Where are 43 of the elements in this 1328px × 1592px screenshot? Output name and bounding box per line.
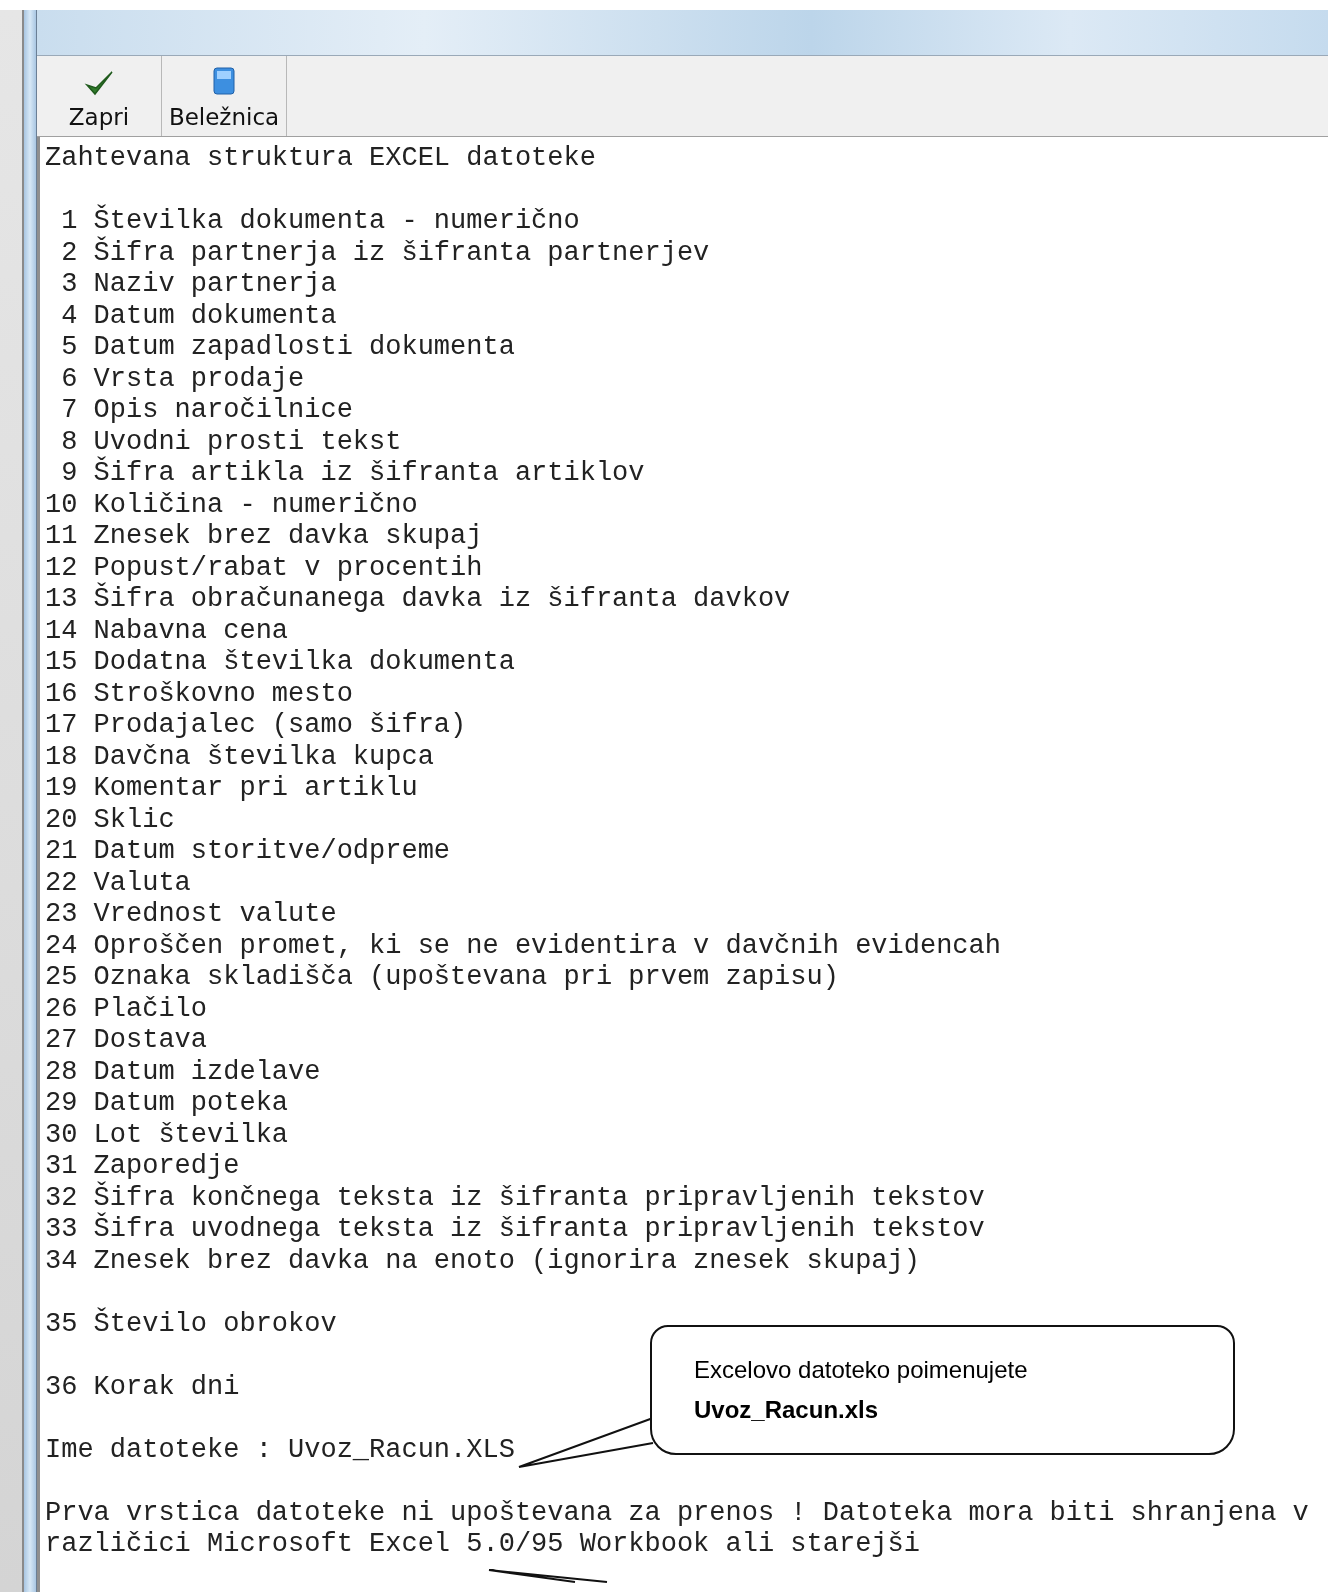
text-line: 13 Šifra obračunanega davka iz šifranta davkov (45, 584, 791, 616)
text-line: Ime datoteke : Uvoz_Racun.XLS (45, 1434, 515, 1466)
text-line: 5 Datum zapadlosti dokumenta (60, 332, 515, 364)
text-line: 18 Davčna številka kupca (45, 741, 434, 773)
text-line: 26 Plačilo (45, 993, 208, 1025)
text-line: 6 Vrsta prodaje (60, 363, 305, 395)
callout-filename: Uvoz_Racun.xls (694, 1396, 880, 1424)
text-line: 25 Oznaka skladišča (upoštevana pri prvem zapisu) (45, 962, 839, 994)
text-line: 10 Količina - numerično (45, 489, 418, 521)
text-line: Prva vrstica datoteke ni upoštevana za prenos ! Datoteka mora biti shranjena v (45, 1497, 1309, 1529)
text-line: 34 Znesek brez davka na enoto (ignorira znesek skupaj) (45, 1245, 920, 1277)
text-line: 19 Komentar pri artiklu (45, 773, 418, 805)
text-line: 27 Dostava (45, 1025, 208, 1057)
text-line: 23 Vrednost valute (45, 899, 337, 931)
text-line: 29 Datum poteka (45, 1088, 289, 1120)
text-line: različici Microsoft Excel 5.0/95 Workbook ali starejši (45, 1529, 920, 1561)
text-line: 28 Datum izdelave (45, 1056, 321, 1088)
text-line: 30 Lot številka (45, 1119, 289, 1151)
text-line: 21 Datum storitve/odpreme (45, 836, 451, 868)
text-line: 35 Število obrokov (45, 1308, 337, 1340)
text-line: 4 Datum dokumenta (60, 300, 337, 332)
text-line: 7 Opis naročilnice (60, 395, 353, 427)
text-line: 9 Šifra artikla iz šifranta artiklov (60, 458, 645, 490)
text-line: 15 Dodatna številka dokumenta (45, 647, 515, 679)
text-line: 22 Valuta (45, 867, 191, 899)
text-line: 33 Šifra uvodnega teksta iz šifranta pripravljenih tekstov (45, 1214, 985, 1246)
text-line: 17 Prodajalec (samo šifra) (45, 710, 467, 742)
text-line: 12 Popust/rabat v procentih (45, 552, 483, 583)
text-line: 1 Številka dokumenta - numerično (60, 206, 580, 236)
text-line: 24 Oproščen promet, ki se ne evidentira v davčnih evidencah (45, 930, 1001, 962)
text-line: 8 Uvodni prosti tekst (60, 426, 402, 457)
text-line: 11 Znesek brez davka skupaj (45, 521, 483, 553)
check-icon (84, 68, 114, 98)
text-line: 20 Sklic (45, 804, 175, 836)
text-line: Zahtevana struktura EXCEL datoteke (45, 143, 596, 175)
text-line: 14 Nabavna cena (45, 615, 289, 647)
text-line: 2 Šifra partnerja iz šifranta partnerjev (60, 237, 710, 269)
text-line: 3 Naziv partnerja (60, 269, 337, 301)
text-line: 36 Korak dni (45, 1371, 240, 1403)
callout-text: Excelovo datoteko poimenujete (694, 1356, 1029, 1384)
text-line: 16 Stroškovno mesto (45, 678, 353, 710)
text-line: 31 Zaporedje (45, 1151, 240, 1181)
text-line: 32 Šifra končnega teksta iz šifranta pripravljenih tekstov (45, 1182, 985, 1213)
